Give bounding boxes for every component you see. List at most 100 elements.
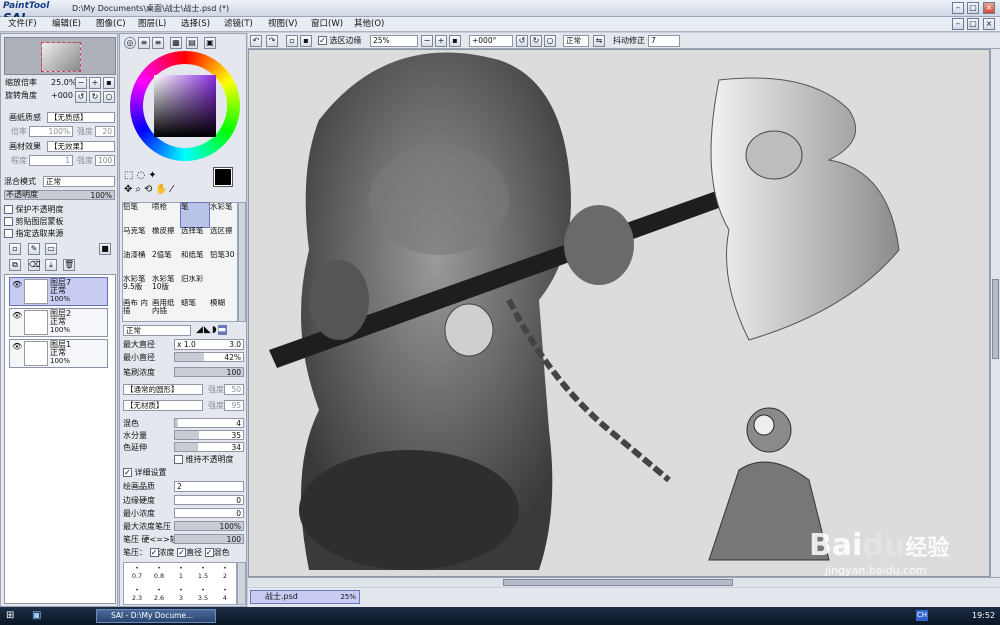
protect-opacity-checkbox[interactable] (4, 205, 13, 214)
tool-button[interactable]: 画布 内插 (123, 299, 151, 323)
canvas-angle-select[interactable]: +000° (469, 35, 513, 47)
tool-button[interactable]: 水彩笔 9.5版 (123, 275, 151, 299)
foreground-color-swatch[interactable] (213, 167, 233, 187)
merge-down-icon[interactable]: ⤓ (45, 259, 57, 271)
brush-size-cell[interactable]: • 0.7 (128, 565, 146, 580)
maximize-button[interactable]: □ (967, 2, 979, 14)
opacity-slider[interactable]: 不透明度 100% (4, 190, 115, 200)
brush-texture-select[interactable]: 【无材质】 (123, 400, 203, 411)
effect-degree-field[interactable]: 1 (29, 155, 73, 166)
canvas-rotate-right-button[interactable]: ↻ (530, 35, 542, 47)
canvas-zoom-reset-button[interactable]: ▪ (449, 35, 461, 47)
menu-image[interactable]: 图像(C) (96, 18, 126, 31)
redo-icon[interactable]: ↷ (266, 35, 278, 47)
pressure-size-checkbox[interactable]: ✓ (177, 548, 187, 557)
canvas-zoom-select[interactable]: 25% (370, 35, 418, 47)
input-language-indicator[interactable]: CH (916, 610, 928, 621)
tool-button[interactable]: 模糊 (210, 299, 238, 323)
brush-size-cell[interactable]: • 0.8 (150, 565, 168, 580)
tool-button[interactable] (210, 275, 238, 299)
tool-button[interactable]: 选区擦 (210, 227, 238, 251)
pressure-hardness-slider[interactable]: 100 (174, 534, 244, 544)
tool-button[interactable]: 蜡笔 (181, 299, 209, 323)
horizontal-scroll-thumb[interactable] (503, 579, 733, 586)
quality-select[interactable]: 2 (174, 481, 244, 492)
vertical-scroll-thumb[interactable] (992, 279, 999, 359)
shape-strength-field[interactable]: 50 (224, 384, 244, 395)
layer-row[interactable]: 👁 图层7 正常 100% (9, 277, 108, 306)
paper-scale-field[interactable]: 100% (29, 126, 73, 137)
tool-button[interactable]: 选择笔 (181, 227, 209, 251)
brush-mode-select[interactable]: 正常 (123, 325, 191, 336)
tool-button[interactable]: 旧水彩 (181, 275, 209, 299)
layer-mask-icon[interactable]: ■ (99, 243, 111, 255)
tool-grid-scrollbar[interactable] (238, 202, 246, 322)
brush-size-cell[interactable]: • 4 (216, 587, 234, 602)
move-icon[interactable]: ✥ (124, 184, 135, 195)
new-folder-icon[interactable]: ▭ (45, 243, 57, 255)
undo-icon[interactable]: ↶ (250, 35, 262, 47)
new-layer-icon[interactable]: ▫ (9, 243, 21, 255)
tip-round-icon[interactable]: ◗ (212, 325, 218, 335)
zoom-icon[interactable]: ⌕ (135, 184, 144, 195)
pressure-blend-checkbox[interactable]: ✓ (204, 548, 214, 557)
tool-button[interactable]: 水彩笔 (210, 203, 238, 227)
brush-size-cell[interactable]: • 1 (172, 565, 190, 580)
hsv-slider-icon[interactable]: ≡ (152, 37, 164, 49)
rotate-reset-button[interactable]: ○ (103, 91, 115, 103)
layer-row[interactable]: 👁 图层2 正常 100% (9, 308, 108, 337)
detail-settings-checkbox[interactable]: ✓ (123, 468, 132, 477)
minimize-button[interactable]: – (952, 2, 964, 14)
brush-size-cell[interactable]: • 3 (172, 587, 190, 602)
tool-button[interactable]: 笔 (180, 202, 210, 228)
tool-button[interactable]: 画用纸 内插 (152, 299, 180, 323)
keep-opacity-checkbox[interactable] (174, 455, 183, 464)
scratchpad-icon[interactable]: ▣ (204, 37, 216, 49)
menu-file[interactable]: 文件(F) (8, 18, 37, 31)
option-clipping[interactable]: 剪贴图层蒙板 (4, 217, 64, 227)
clipping-checkbox[interactable] (4, 217, 13, 226)
rotate-left-button[interactable]: ↺ (75, 91, 87, 103)
document-tab[interactable]: 战士.psd 25% (250, 590, 360, 604)
tool-button[interactable]: 2值笔 (152, 251, 180, 275)
paper-strength-field[interactable]: 20 (95, 126, 115, 137)
marquee-icon[interactable]: ⬚ (124, 170, 136, 181)
eyedropper-icon[interactable]: ⁄ (171, 184, 176, 195)
brush-shape-select[interactable]: 【通常的圆形】 (123, 384, 203, 395)
persistence-slider[interactable]: 34 (174, 442, 244, 452)
canvas-rotate-left-button[interactable]: ↺ (516, 35, 528, 47)
magic-wand-icon[interactable]: ✦ (148, 170, 159, 181)
taskbar-item-sai[interactable]: SAI - D:\My Docume... (96, 609, 216, 623)
tool-button[interactable]: 水彩笔 10版 (152, 275, 180, 299)
color-wheel[interactable] (130, 51, 240, 161)
canvas[interactable]: Baidu经验 jingyan.baidu.com (248, 49, 990, 577)
zoom-out-button[interactable]: − (75, 77, 87, 89)
selection-source-checkbox[interactable] (4, 229, 13, 238)
paper-texture-select[interactable]: 【无质感】 (47, 112, 115, 123)
brush-size-scrollbar[interactable] (237, 562, 246, 605)
eye-icon[interactable]: 👁 (12, 311, 22, 320)
rotate-right-button[interactable]: ↻ (89, 91, 101, 103)
min-size-slider[interactable]: 42% (174, 352, 244, 362)
layer-row[interactable]: 👁 图层1 正常 100% (9, 339, 108, 368)
color-palette-icon[interactable]: ▦ (170, 37, 182, 49)
canvas-rotate-reset-button[interactable]: ○ (544, 35, 556, 47)
menu-view[interactable]: 视图(V) (268, 18, 297, 31)
rotate-icon[interactable]: ⟲ (144, 184, 155, 195)
brush-size-cell[interactable]: • 2 (216, 565, 234, 580)
new-linework-layer-icon[interactable]: ✎ (28, 243, 40, 255)
swatch-icon[interactable]: ▤ (186, 37, 198, 49)
hand-icon[interactable]: ✋ (155, 184, 170, 195)
doc-restore-button[interactable]: □ (967, 18, 979, 30)
option-protect-opacity[interactable]: 保护不透明度 (4, 205, 64, 215)
invert-selection-icon[interactable]: ▪ (300, 35, 312, 47)
min-density-slider[interactable]: 0 (174, 508, 244, 518)
density-slider[interactable]: 100 (174, 367, 244, 377)
start-icon[interactable]: ⊞ (6, 610, 14, 621)
doc-minimize-button[interactable]: – (952, 18, 964, 30)
eye-icon[interactable]: 👁 (12, 342, 22, 351)
keep-opacity-option[interactable]: 维持不透明度 (174, 455, 234, 465)
pressure-density-checkbox[interactable]: ✓ (149, 548, 159, 557)
selection-edge-checkbox[interactable]: ✓ (318, 36, 327, 45)
brush-size-cell[interactable]: • 3.5 (194, 587, 212, 602)
